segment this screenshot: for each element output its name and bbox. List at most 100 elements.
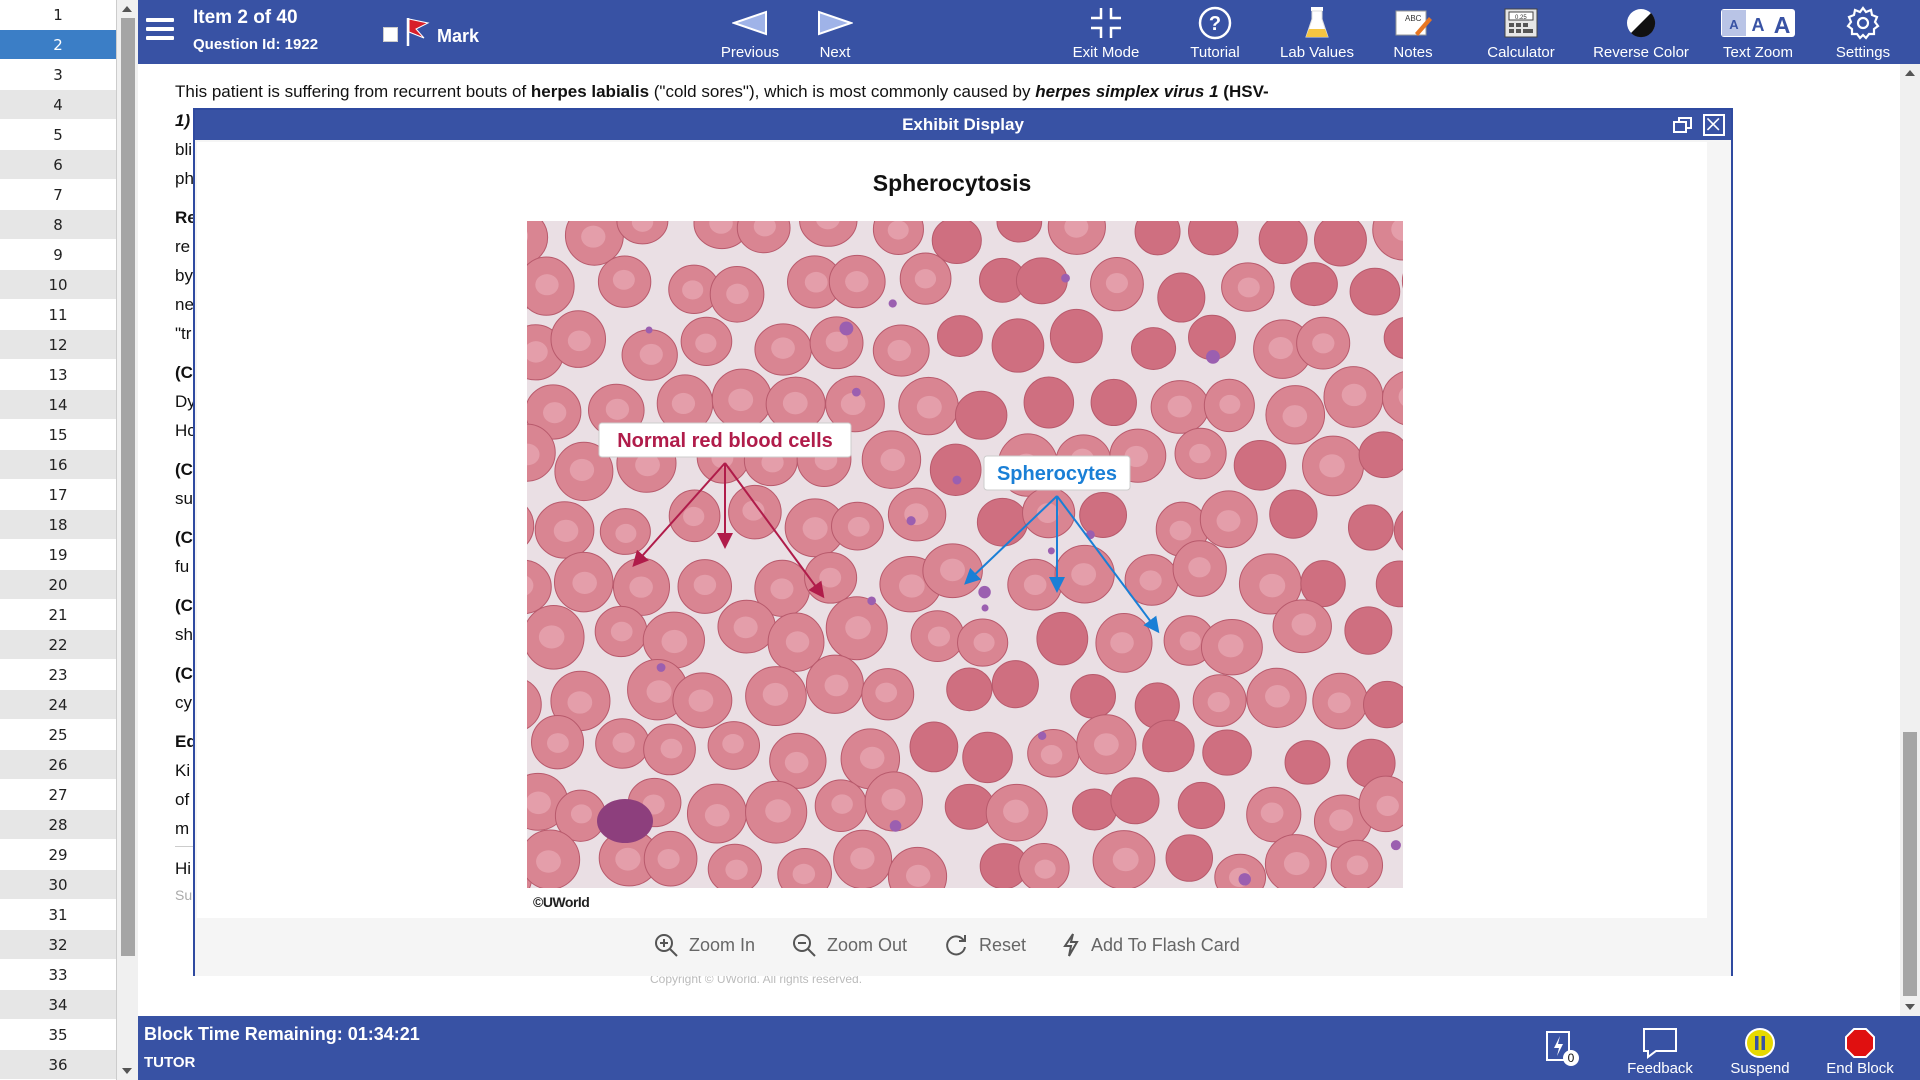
explanation-text: ("cold sores"), which is most commonly c… — [649, 82, 1036, 101]
question-nav-item[interactable]: 4 — [0, 90, 116, 120]
exhibit-title: Spherocytosis — [872, 170, 1032, 196]
question-nav-item[interactable]: 34 — [0, 990, 116, 1020]
question-nav-item[interactable]: 20 — [0, 570, 116, 600]
collapse-arrows-icon — [1066, 4, 1146, 42]
calculator-icon: 0.25 — [1476, 4, 1566, 42]
reset-button[interactable]: Reset — [943, 932, 1026, 958]
question-nav-item[interactable]: 14 — [0, 390, 116, 420]
question-nav-item[interactable]: 8 — [0, 210, 116, 240]
question-nav-item[interactable]: 15 — [0, 420, 116, 450]
exit-mode-label: Exit Mode — [1072, 44, 1140, 61]
scroll-down-arrow-icon[interactable] — [122, 1068, 132, 1074]
question-nav-item[interactable]: 16 — [0, 450, 116, 480]
image-annotations: Normal red blood cells Spherocytes — [598, 422, 1160, 634]
question-nav-item[interactable]: 12 — [0, 330, 116, 360]
end-block-button[interactable]: End Block — [1818, 1026, 1902, 1077]
content-scrollbar[interactable] — [1900, 64, 1920, 1016]
question-nav-item[interactable]: 11 — [0, 300, 116, 330]
question-nav-item[interactable]: 30 — [0, 870, 116, 900]
add-to-flash-card-button[interactable]: Add To Flash Card — [1061, 932, 1240, 958]
question-nav-item[interactable]: 19 — [0, 540, 116, 570]
explanation-fragment: Hi — [175, 859, 192, 878]
reverse-color-button[interactable]: Reverse Color — [1586, 4, 1696, 61]
scroll-up-arrow-icon[interactable] — [122, 6, 132, 12]
lightning-icon — [1063, 933, 1079, 957]
scroll-down-arrow-icon[interactable] — [1905, 1004, 1915, 1010]
reset-label: Reset — [979, 934, 1027, 955]
mode-label: TUTOR — [144, 1054, 196, 1071]
explanation-fragment: of — [175, 790, 190, 809]
restore-window-icon[interactable] — [1673, 116, 1693, 134]
question-nav-item[interactable]: 29 — [0, 840, 116, 870]
previous-arrow-icon — [710, 4, 790, 42]
question-nav-item[interactable]: 17 — [0, 480, 116, 510]
exhibit-toolbar: Zoom In Zoom Out Reset Add To Flash Card — [195, 918, 1731, 976]
stop-sign-icon — [1818, 1026, 1902, 1060]
end-block-label: End Block — [1826, 1060, 1894, 1077]
text-zoom-button[interactable]: AAA Text Zoom — [1716, 4, 1800, 61]
question-nav-item[interactable]: 7 — [0, 180, 116, 210]
zoom-out-button[interactable]: Zoom Out — [791, 932, 907, 958]
contrast-icon — [1586, 4, 1696, 42]
question-nav-item[interactable]: 31 — [0, 900, 116, 930]
question-nav-item[interactable]: 33 — [0, 960, 116, 990]
mark-checkbox[interactable] — [383, 27, 398, 42]
mark-label[interactable]: Mark — [437, 26, 479, 47]
feedback-button[interactable]: Feedback — [1620, 1026, 1700, 1077]
question-nav-item[interactable]: 9 — [0, 240, 116, 270]
question-nav-item[interactable]: 26 — [0, 750, 116, 780]
question-nav-item[interactable]: 21 — [0, 600, 116, 630]
question-nav-item[interactable]: 35 — [0, 1020, 116, 1050]
question-nav-item[interactable]: 18 — [0, 510, 116, 540]
reset-icon — [946, 935, 966, 956]
exhibit-header[interactable]: Exhibit Display — [195, 110, 1731, 140]
hamburger-menu-icon[interactable] — [146, 18, 174, 42]
question-nav-item[interactable]: 23 — [0, 660, 116, 690]
normal-rbc-label: Normal red blood cells — [598, 422, 852, 458]
question-nav-item[interactable]: 13 — [0, 360, 116, 390]
svg-text:A: A — [1774, 12, 1791, 38]
question-nav-item[interactable]: 24 — [0, 690, 116, 720]
notes-button[interactable]: ABC Notes — [1383, 4, 1443, 61]
explanation-line-2: 1) — [175, 111, 191, 130]
calculator-button[interactable]: 0.25 Calculator — [1476, 4, 1566, 61]
settings-button[interactable]: Settings — [1828, 4, 1898, 61]
question-nav-item[interactable]: 22 — [0, 630, 116, 660]
exit-mode-button[interactable]: Exit Mode — [1066, 4, 1146, 61]
zoom-in-button[interactable]: Zoom In — [653, 932, 755, 958]
flag-icon[interactable] — [404, 16, 432, 48]
settings-label: Settings — [1835, 44, 1891, 61]
question-nav-item[interactable]: 27 — [0, 780, 116, 810]
question-nav-item[interactable]: 32 — [0, 930, 116, 960]
question-nav-item[interactable]: 36 — [0, 1050, 116, 1080]
question-nav-item[interactable]: 6 — [0, 150, 116, 180]
explanation-fragment: by — [175, 266, 193, 285]
explanation-fragment: (C — [175, 460, 193, 479]
question-nav-item[interactable]: 2 — [0, 30, 116, 60]
tutorial-button[interactable]: ? Tutorial — [1180, 4, 1250, 61]
suspend-button[interactable]: Suspend — [1720, 1026, 1800, 1077]
speech-bubble-icon — [1620, 1026, 1700, 1060]
feedback-label: Feedback — [1627, 1060, 1693, 1077]
next-button[interactable]: Next — [805, 4, 865, 61]
content-scroll-thumb[interactable] — [1903, 732, 1917, 996]
previous-button[interactable]: Previous — [710, 4, 790, 61]
explanation-fragment: sh — [175, 625, 193, 644]
spherocytes-label: Spherocytes — [983, 455, 1131, 491]
zoom-out-label: Zoom Out — [827, 934, 908, 955]
close-icon[interactable] — [1703, 114, 1725, 136]
question-nav-item[interactable]: 28 — [0, 810, 116, 840]
reverse-color-label: Reverse Color — [1593, 44, 1689, 61]
question-nav-item[interactable]: 1 — [0, 0, 116, 30]
question-list-scrollbar[interactable] — [116, 0, 138, 1080]
question-list-scroll-thumb[interactable] — [121, 18, 135, 956]
question-nav-item[interactable]: 3 — [0, 60, 116, 90]
normal-rbc-arrows — [632, 462, 825, 599]
question-nav-item[interactable]: 10 — [0, 270, 116, 300]
question-nav-item[interactable]: 5 — [0, 120, 116, 150]
question-nav-item[interactable]: 25 — [0, 720, 116, 750]
flash-cards-button[interactable]: 0 — [1536, 1028, 1586, 1072]
scroll-up-arrow-icon[interactable] — [1905, 70, 1915, 76]
lab-values-button[interactable]: Lab Values — [1272, 4, 1362, 61]
exhibit-display-window: Exhibit Display Spherocytosis Normal red… — [193, 108, 1733, 976]
